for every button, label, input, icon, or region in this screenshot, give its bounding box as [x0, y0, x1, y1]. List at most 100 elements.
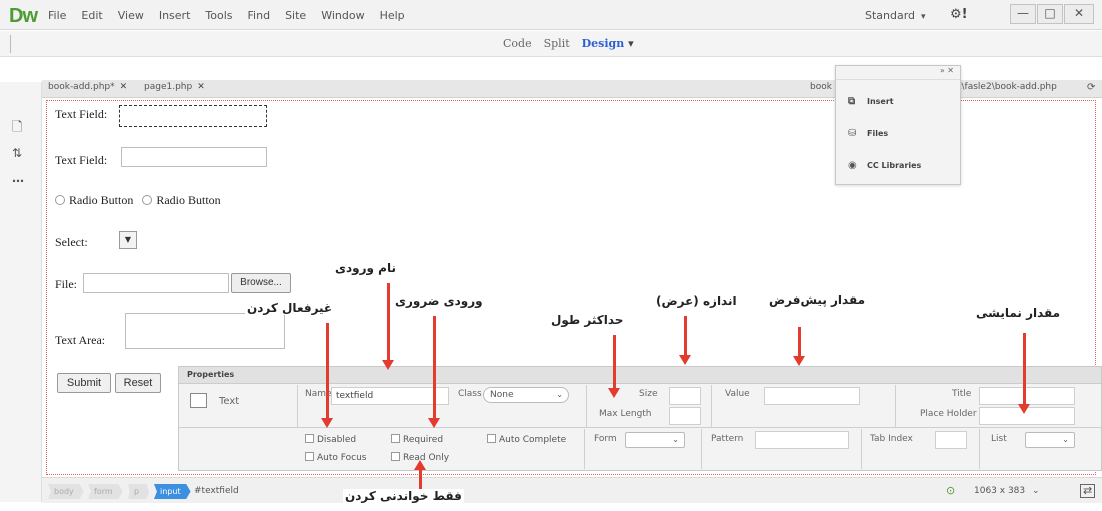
- file-path-input[interactable]: [83, 273, 229, 293]
- file-label: File:: [55, 277, 78, 291]
- menu-help[interactable]: Help: [380, 9, 405, 22]
- minimize-button[interactable]: —: [1010, 4, 1036, 24]
- tab-index-label: Tab Index: [870, 434, 913, 444]
- auto-complete-checkbox[interactable]: Auto Complete: [487, 434, 566, 445]
- panel-item-insert[interactable]: ⧉ Insert: [848, 96, 894, 107]
- browse-button[interactable]: Browse...: [231, 273, 291, 293]
- view-switcher: Code Split Design ▾: [503, 37, 634, 50]
- max-length-label: Max Length: [599, 409, 652, 419]
- class-value: None: [490, 390, 514, 400]
- menu-insert[interactable]: Insert: [159, 9, 191, 22]
- value-input[interactable]: [764, 387, 860, 405]
- menu-find[interactable]: Find: [248, 9, 271, 22]
- file-icon[interactable]: 🗋: [12, 118, 22, 140]
- annotation-display-value: مقدار نمایشی: [974, 306, 1063, 320]
- max-length-input[interactable]: [669, 407, 701, 425]
- disabled-checkbox[interactable]: Disabled: [305, 434, 356, 445]
- annotation-input-name: نام ورودی: [333, 261, 398, 275]
- annotation-size-width: اندازه (عرض): [654, 294, 739, 308]
- breadcrumb-input[interactable]: input: [154, 484, 191, 499]
- pattern-input[interactable]: [755, 431, 849, 449]
- maximize-button[interactable]: □: [1037, 4, 1063, 24]
- tab-index-input[interactable]: [935, 431, 967, 449]
- workspace-switcher[interactable]: Standard ▾: [865, 9, 926, 22]
- divider: [179, 427, 1101, 428]
- submit-button[interactable]: Submit: [57, 373, 111, 393]
- name-input[interactable]: textfield: [331, 387, 449, 405]
- menu-view[interactable]: View: [118, 9, 144, 22]
- view-design-label: Design: [581, 37, 625, 50]
- menu-window[interactable]: Window: [321, 9, 364, 22]
- breadcrumb-body[interactable]: body: [48, 484, 84, 499]
- auto-focus-checkbox[interactable]: Auto Focus: [305, 452, 366, 463]
- menu-bar: Dw File Edit View Insert Tools Find Site…: [0, 0, 1102, 30]
- checkbox-box: [391, 452, 400, 461]
- divider: [586, 385, 587, 427]
- checkbox-label: Auto Focus: [317, 453, 367, 463]
- sync-settings-icon[interactable]: ⚙!: [950, 7, 968, 22]
- chevron-down-icon: ⌄: [556, 390, 563, 399]
- status-bar: body form p input #textfield ⊙ 1063 x 38…: [42, 477, 1102, 503]
- text-field-input-selected[interactable]: [119, 105, 267, 127]
- breadcrumb-form[interactable]: form: [88, 484, 123, 499]
- more-icon[interactable]: ⋯: [12, 174, 24, 188]
- chevron-down-icon[interactable]: ⌄: [1032, 486, 1040, 496]
- selected-element: #textfield: [194, 486, 239, 496]
- window-size[interactable]: 1063 x 383: [974, 486, 1025, 496]
- divider: [584, 429, 585, 469]
- menu-tools[interactable]: Tools: [205, 9, 232, 22]
- radio-button[interactable]: [142, 195, 153, 205]
- checkbox-box: [305, 434, 314, 443]
- view-design-button[interactable]: Design ▾: [582, 37, 634, 50]
- class-select[interactable]: None ⌄: [483, 387, 569, 403]
- properties-tab-label[interactable]: Properties: [187, 370, 234, 379]
- list-label: List: [991, 434, 1007, 444]
- breadcrumb-p[interactable]: p: [128, 484, 150, 499]
- live-view-icon[interactable]: ⇄: [1080, 484, 1096, 498]
- title-input[interactable]: [979, 387, 1075, 405]
- size-label: Size: [639, 389, 658, 399]
- tab-book-add[interactable]: book-add.php* ✕: [48, 82, 127, 92]
- panel-item-label: Insert: [867, 97, 894, 106]
- checkbox-box: [391, 434, 400, 443]
- menu-edit[interactable]: Edit: [81, 9, 102, 22]
- view-split-button[interactable]: Split: [544, 37, 570, 50]
- tab-page1[interactable]: page1.php ✕: [144, 82, 205, 92]
- annotation-arrow: [1018, 333, 1030, 414]
- sort-icon[interactable]: ⇅: [12, 146, 22, 160]
- close-button[interactable]: ✕: [1064, 4, 1094, 24]
- menu-file[interactable]: File: [48, 9, 66, 22]
- close-icon[interactable]: ✕: [197, 82, 205, 92]
- text-field-input[interactable]: [121, 147, 267, 167]
- list-select[interactable]: ⌄: [1025, 432, 1075, 448]
- form-label: Form: [594, 434, 617, 444]
- divider: [861, 429, 862, 469]
- view-code-button[interactable]: Code: [503, 37, 532, 50]
- size-input[interactable]: [669, 387, 701, 405]
- select-dropdown[interactable]: ▼: [119, 231, 137, 249]
- text-area-input[interactable]: [125, 313, 285, 349]
- text-area-label: Text Area:: [55, 333, 106, 347]
- app-logo: Dw: [9, 5, 38, 27]
- insert-icon: ⧉: [848, 96, 856, 107]
- divider: [10, 35, 11, 53]
- menu-site[interactable]: Site: [285, 9, 306, 22]
- view-bar: Code Split Design ▾: [0, 31, 1102, 57]
- panel-item-label: CC Libraries: [867, 161, 922, 170]
- radio-group: Radio Button Radio Button: [55, 193, 221, 208]
- workspace-label: Standard: [865, 9, 916, 22]
- form-select[interactable]: ⌄: [625, 432, 685, 448]
- panel-collapse-icon[interactable]: » ✕: [940, 66, 954, 75]
- panel-item-label: Files: [867, 129, 889, 138]
- annotation-disable: غیرفعال کردن: [245, 301, 335, 315]
- panel-item-cc-libraries[interactable]: ◉ CC Libraries: [848, 160, 921, 171]
- close-icon[interactable]: ✕: [120, 82, 128, 92]
- reset-button[interactable]: Reset: [115, 373, 161, 393]
- panel-item-files[interactable]: ⛁ Files: [848, 128, 888, 139]
- radio-button[interactable]: [55, 195, 65, 205]
- required-checkbox[interactable]: Required: [391, 434, 443, 445]
- refresh-icon[interactable]: ⟳: [1087, 82, 1095, 93]
- checkbox-label: Read Only: [403, 453, 450, 463]
- annotation-arrow: [679, 316, 691, 365]
- text-field-label: Text Field:: [55, 107, 108, 121]
